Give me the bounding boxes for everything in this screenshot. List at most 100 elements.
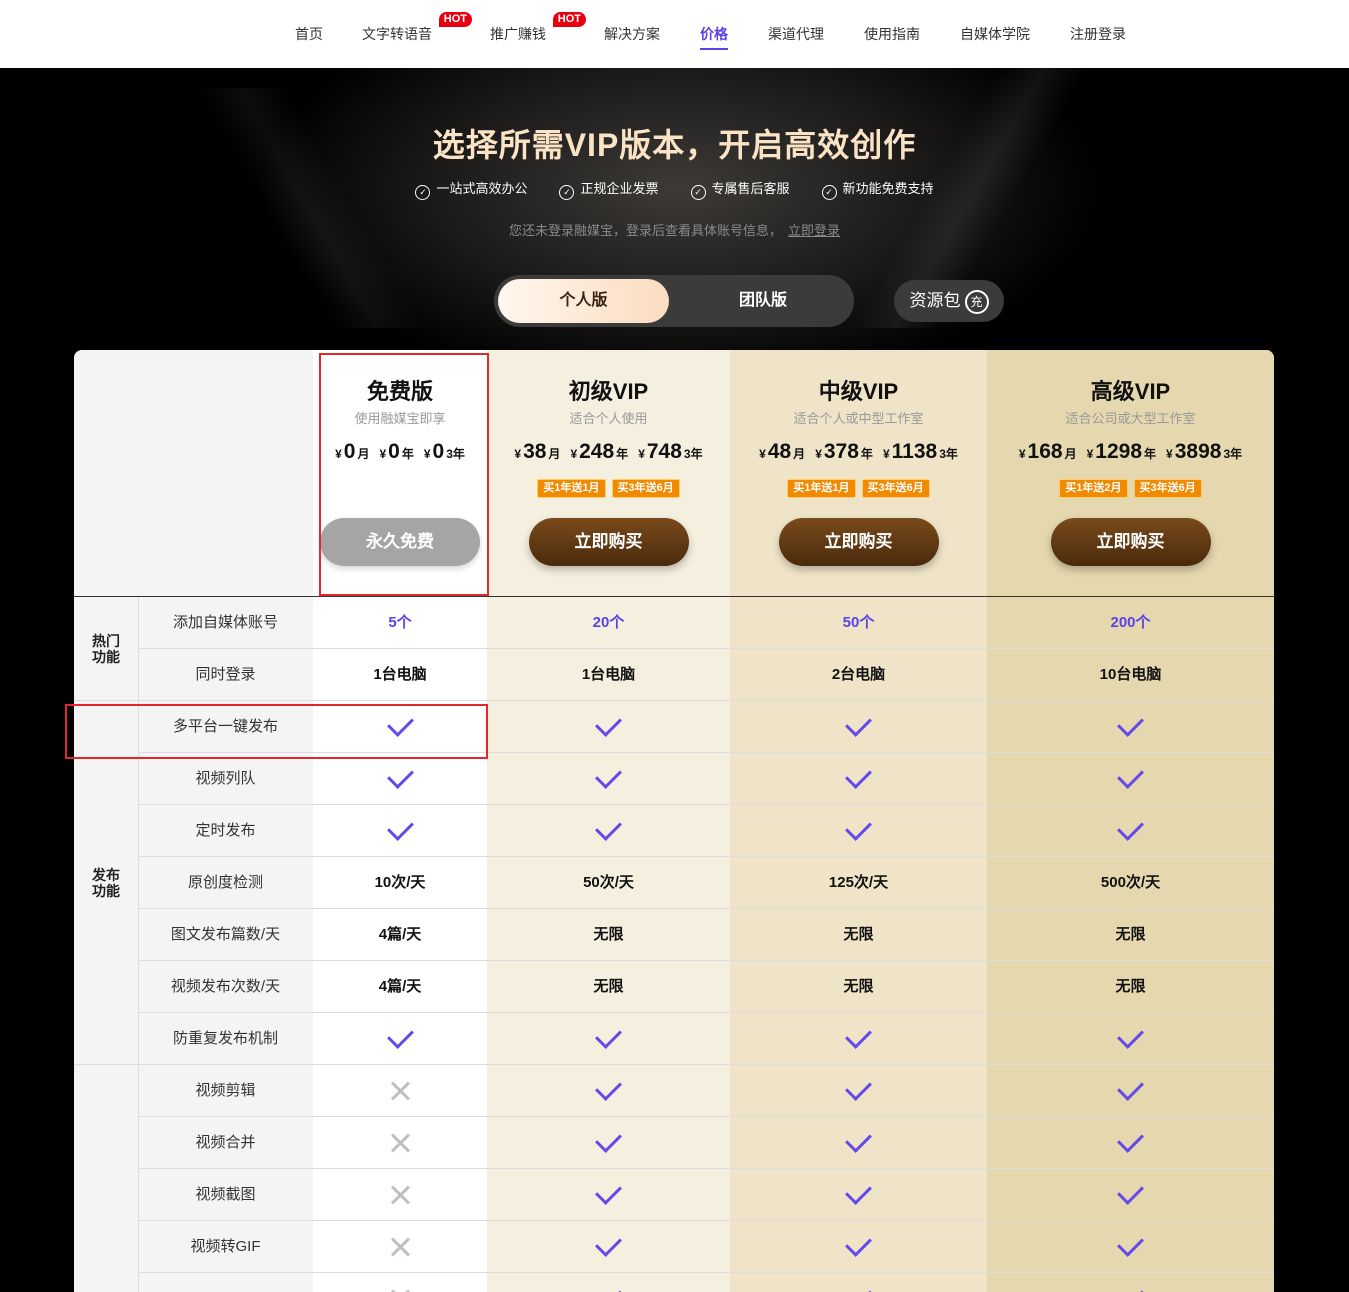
- nav-item-label: 文字转语音: [362, 26, 432, 42]
- plan-subtitle: 使用融媒宝即享: [354, 411, 446, 426]
- free-forever-button[interactable]: 永久免费: [320, 518, 480, 566]
- feature-name: 定时发布: [195, 822, 256, 839]
- promo-badges: 买1年送1月 买3年送6月: [730, 478, 987, 498]
- plan-mid: 中级VIP 适合个人或中型工作室 ¥48 月 ¥378 年 ¥1138 3年 买1年送1月 买3年…: [730, 350, 987, 596]
- check-icon: [845, 1126, 872, 1153]
- feature-name: 防重复发布机制: [172, 1030, 278, 1047]
- hero-feature: ✓ 专属售后客服: [690, 178, 790, 200]
- price-unit: 月: [793, 447, 806, 461]
- table-cell: 5个: [388, 614, 412, 631]
- check-icon: [386, 762, 414, 789]
- feature-name: 视频合并: [195, 1134, 256, 1151]
- table-cell: [730, 805, 987, 857]
- check-circle-icon: ✓: [415, 185, 431, 200]
- nav-item-2[interactable]: 推广赚钱 HOT: [490, 12, 586, 44]
- table-cell: 2台电脑: [831, 666, 886, 683]
- buy-now-button[interactable]: 立即购买: [1050, 518, 1211, 566]
- plan-name: 免费版: [366, 379, 433, 404]
- price-value: 1298: [1095, 440, 1143, 463]
- feature-name: 多平台一键发布: [172, 718, 278, 735]
- table-cell: 1台电脑: [581, 666, 636, 683]
- table-row: 同时登录 1台电脑 1台电脑 2台电脑 10台电脑: [74, 649, 1274, 701]
- pricing-table: 免费版 使用融媒宝即享 ¥0 月 ¥0 年 ¥0 3年 永久免费 初级VIP 适合个人使用 ¥38 月 ¥…: [74, 350, 1274, 1292]
- price-item: ¥748 3年: [638, 440, 702, 464]
- buy-now-button[interactable]: 立即购买: [528, 518, 689, 566]
- table-cell: [313, 753, 487, 805]
- table-cell: [487, 1013, 730, 1065]
- table-cell: [487, 753, 730, 805]
- category-label: 发布 功能: [92, 867, 120, 899]
- table-row: 多平台一键发布: [74, 701, 1274, 753]
- table-cell: [487, 1065, 730, 1117]
- table-cell: [730, 1221, 987, 1273]
- price-value: 0: [343, 440, 356, 463]
- currency: ¥: [570, 447, 578, 461]
- nav-item-label: 使用指南: [864, 26, 920, 42]
- table-cell: [313, 701, 487, 753]
- nav-item-8[interactable]: 注册登录: [1070, 24, 1126, 44]
- top-nav: 首页 文字转语音 HOT 推广赚钱 HOT 解决方案 价格 渠道代理 使用指南 自媒体学院 注册登录: [0, 0, 1349, 68]
- check-icon: [595, 762, 622, 789]
- buy-now-button[interactable]: 立即购买: [778, 518, 939, 566]
- nav-item-label: 首页: [295, 26, 323, 42]
- table-cell: [987, 805, 1274, 857]
- check-circle-icon: ✓: [821, 185, 837, 200]
- table-cell: 10台电脑: [1099, 666, 1162, 683]
- price-unit: 年: [401, 447, 414, 461]
- feature-name: 图文发布篇数/天: [170, 926, 281, 943]
- resource-pack-button[interactable]: 资源包充: [894, 280, 1004, 322]
- check-circle-icon: ✓: [690, 185, 706, 200]
- check-icon: [1117, 710, 1144, 737]
- price-unit: 年: [616, 447, 629, 461]
- nav-item-label: 推广赚钱: [490, 26, 546, 42]
- price-unit: 月: [1064, 447, 1077, 461]
- login-link[interactable]: 立即登录: [788, 223, 840, 238]
- category-divider: [74, 700, 138, 701]
- table-row: 视频截图: [74, 1169, 1274, 1221]
- resource-pack-label: 资源包: [909, 291, 961, 310]
- check-icon: [595, 1282, 622, 1292]
- price-value: 0: [432, 440, 445, 463]
- nav-item-6[interactable]: 使用指南: [864, 24, 920, 44]
- table-cell: [730, 1117, 987, 1169]
- recharge-icon: 充: [964, 290, 989, 314]
- price-value: 378: [823, 440, 859, 463]
- nav-item-7[interactable]: 自媒体学院: [960, 24, 1030, 44]
- table-cell: [987, 1013, 1274, 1065]
- table-row: 防重复发布机制: [74, 1013, 1274, 1065]
- price-item: ¥38 月: [514, 440, 560, 464]
- check-icon: [595, 1074, 622, 1101]
- nav-item-0[interactable]: 首页: [295, 24, 323, 44]
- table-cell: 无限: [593, 926, 624, 943]
- table-row: 原创度检测 10次/天 50次/天 125次/天 500次/天: [74, 857, 1274, 909]
- nav-item-3[interactable]: 解决方案: [604, 24, 660, 44]
- feature-name: 添加自媒体账号: [172, 614, 278, 631]
- table-cell: [313, 1273, 487, 1292]
- currency: ¥: [759, 447, 766, 461]
- nav-item-5[interactable]: 渠道代理: [768, 24, 824, 44]
- currency: ¥: [379, 447, 387, 461]
- table-cell: 500次/天: [1100, 874, 1161, 891]
- promo-badge: 买1年送1月: [787, 479, 856, 498]
- currency: ¥: [1086, 447, 1094, 461]
- tab-team[interactable]: 团队版: [674, 279, 852, 323]
- hero-banner: 选择所需VIP版本，开启高效创作 ✓ 一站式高效办公 ✓ 正规企业发票 ✓ 专属售后客服 ✓…: [0, 68, 1349, 358]
- plan-name: 初级VIP: [568, 379, 649, 404]
- hot-badge: HOT: [552, 12, 586, 27]
- check-icon: [1117, 1178, 1144, 1205]
- hero-feature-label: 正规企业发票: [580, 181, 659, 196]
- currency: ¥: [1018, 447, 1026, 461]
- cross-icon: [390, 1081, 410, 1101]
- table-cell: [987, 1065, 1274, 1117]
- feature-name: [138, 1273, 313, 1292]
- table-cell: 无限: [1115, 926, 1146, 943]
- check-icon: [1117, 1282, 1144, 1292]
- table-row: 视频合并: [74, 1117, 1274, 1169]
- nav-item-1[interactable]: 文字转语音 HOT: [362, 12, 472, 44]
- nav-item-4[interactable]: 价格: [700, 24, 728, 50]
- feature-name: 同时登录: [195, 666, 256, 683]
- table-cell: [487, 1273, 730, 1292]
- tab-personal[interactable]: 个人版: [498, 279, 669, 323]
- price-item: ¥168 月: [1019, 440, 1077, 464]
- table-cell: 4篇/天: [378, 926, 422, 943]
